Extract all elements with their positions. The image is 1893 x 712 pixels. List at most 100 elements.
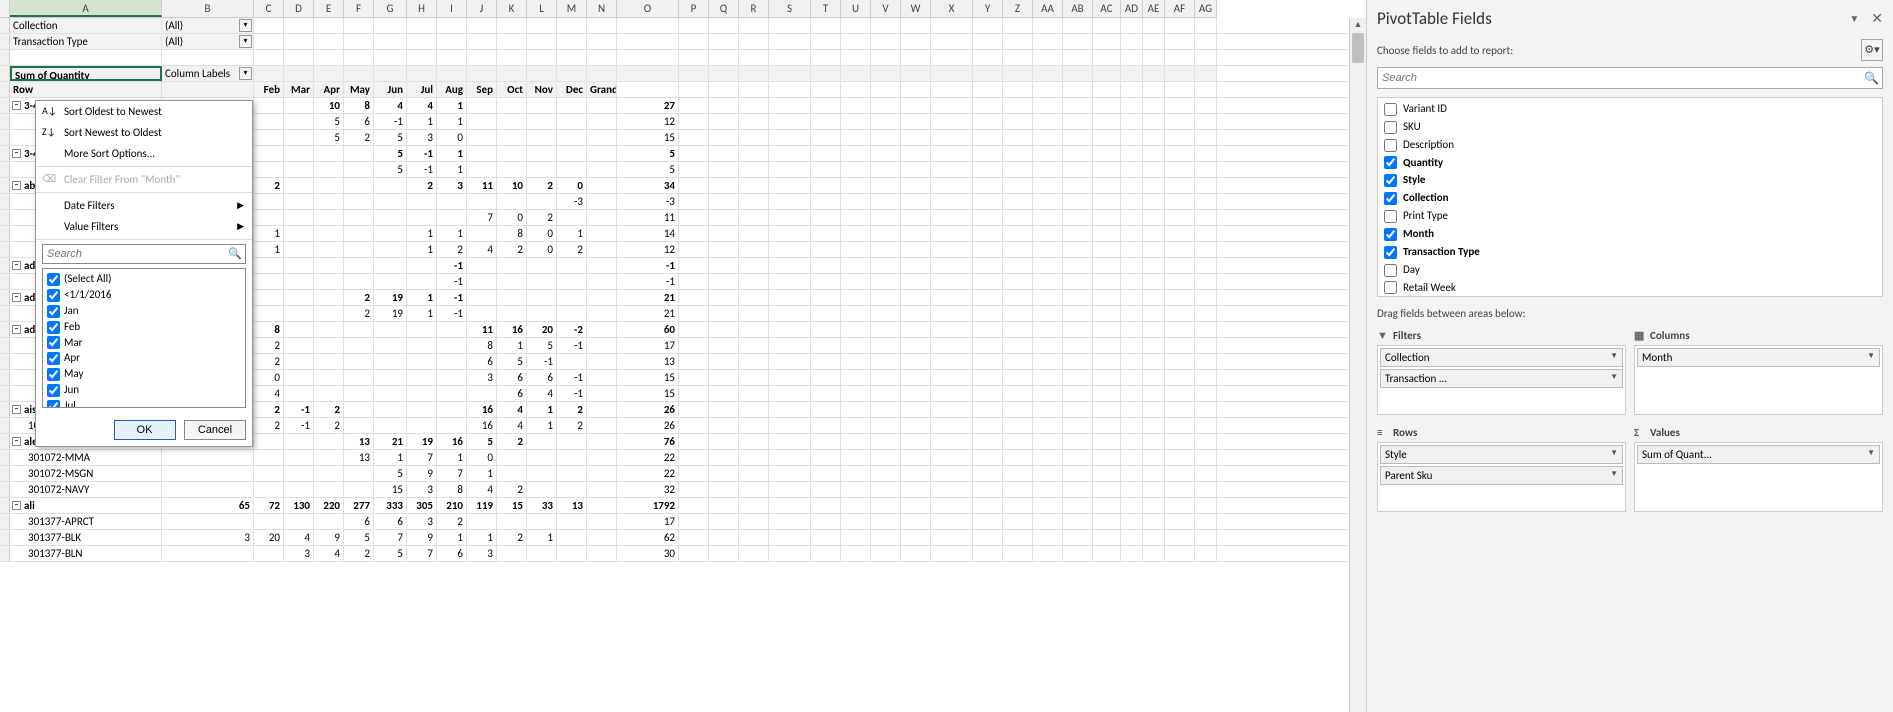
column-header-K[interactable]: K (497, 0, 527, 17)
data-cell[interactable] (587, 114, 617, 129)
filter-check-item[interactable]: Mar (45, 335, 243, 351)
data-cell[interactable]: 8 (497, 226, 527, 241)
data-cell[interactable] (374, 386, 407, 401)
data-cell[interactable] (374, 370, 407, 385)
data-cell[interactable] (557, 450, 587, 465)
data-cell[interactable] (587, 162, 617, 177)
column-header-S[interactable]: S (769, 0, 811, 17)
data-cell[interactable]: 2 (527, 210, 557, 225)
data-cell[interactable]: 2 (254, 338, 284, 353)
data-cell[interactable] (527, 194, 557, 209)
data-cell[interactable]: -1 (617, 258, 679, 273)
data-cell[interactable] (344, 162, 374, 177)
data-cell[interactable]: 2 (344, 546, 374, 561)
data-cell[interactable] (557, 258, 587, 273)
column-header-Y[interactable]: Y (973, 0, 1003, 17)
filter-check-item[interactable]: Jan (45, 303, 243, 319)
data-cell[interactable] (587, 98, 617, 113)
data-cell[interactable] (527, 98, 557, 113)
field-item[interactable]: Retail Week (1380, 279, 1880, 297)
data-cell[interactable] (467, 146, 497, 161)
data-cell[interactable]: 2 (407, 178, 437, 193)
column-header-J[interactable]: J (467, 0, 497, 17)
field-item[interactable]: Transaction Type (1380, 243, 1880, 261)
data-cell[interactable] (587, 322, 617, 337)
data-cell[interactable]: 17 (617, 338, 679, 353)
column-header-T[interactable]: T (811, 0, 841, 17)
data-cell[interactable]: 3 (407, 130, 437, 145)
data-cell[interactable]: 4 (467, 242, 497, 257)
data-cell[interactable]: 65 (162, 498, 254, 513)
data-cell[interactable]: 1 (557, 226, 587, 241)
data-cell[interactable] (254, 210, 284, 225)
data-cell[interactable]: 4 (467, 482, 497, 497)
data-cell[interactable]: 2 (497, 482, 527, 497)
data-cell[interactable]: 5 (314, 114, 344, 129)
data-cell[interactable] (284, 146, 314, 161)
column-header-AD[interactable]: AD (1121, 0, 1143, 17)
column-header-U[interactable]: U (841, 0, 871, 17)
data-cell[interactable] (437, 322, 467, 337)
data-cell[interactable]: 3 (467, 370, 497, 385)
collapse-icon[interactable]: − (12, 501, 21, 510)
month-header[interactable]: Feb (254, 82, 284, 97)
columns-drop-zone[interactable]: Month▼ (1634, 345, 1883, 415)
data-cell[interactable] (587, 402, 617, 417)
data-cell[interactable] (374, 274, 407, 289)
data-cell[interactable] (557, 162, 587, 177)
data-cell[interactable]: 6 (497, 386, 527, 401)
data-cell[interactable] (254, 274, 284, 289)
data-cell[interactable]: 8 (344, 98, 374, 113)
data-cell[interactable] (314, 194, 344, 209)
field-checkbox[interactable] (1384, 228, 1397, 241)
data-cell[interactable]: 0 (527, 242, 557, 257)
field-checkbox[interactable] (1384, 103, 1397, 116)
field-list[interactable]: Variant IDSKUDescriptionQuantityStyleCol… (1377, 97, 1883, 297)
data-cell[interactable] (374, 242, 407, 257)
data-cell[interactable] (527, 146, 557, 161)
data-cell[interactable] (314, 258, 344, 273)
data-cell[interactable]: 1 (527, 418, 557, 433)
data-cell[interactable]: 19 (407, 434, 437, 449)
data-cell[interactable] (254, 434, 284, 449)
data-cell[interactable] (344, 386, 374, 401)
data-cell[interactable]: -2 (557, 322, 587, 337)
data-cell[interactable]: 22 (617, 450, 679, 465)
data-cell[interactable] (587, 258, 617, 273)
data-cell[interactable]: 6 (437, 546, 467, 561)
data-cell[interactable] (587, 546, 617, 561)
data-cell[interactable] (557, 306, 587, 321)
data-cell[interactable]: 2 (344, 306, 374, 321)
data-cell[interactable] (344, 338, 374, 353)
data-cell[interactable] (254, 194, 284, 209)
data-cell[interactable]: 2 (497, 242, 527, 257)
data-cell[interactable]: 7 (407, 450, 437, 465)
row-label[interactable]: 301072-MMA (10, 450, 162, 465)
panel-options-dropdown-icon[interactable]: ▼ (1849, 12, 1859, 25)
data-cell[interactable] (374, 226, 407, 241)
filter-checkbox[interactable] (47, 273, 60, 286)
values-drop-zone[interactable]: Sum of Quant...▼ (1634, 442, 1883, 512)
data-cell[interactable] (557, 290, 587, 305)
data-cell[interactable]: 1 (497, 338, 527, 353)
data-cell[interactable] (314, 450, 344, 465)
data-cell[interactable] (254, 162, 284, 177)
data-cell[interactable]: 26 (617, 418, 679, 433)
data-cell[interactable]: 12 (617, 114, 679, 129)
data-cell[interactable]: 11 (617, 210, 679, 225)
data-cell[interactable]: 72 (254, 498, 284, 513)
data-cell[interactable] (254, 306, 284, 321)
column-header-E[interactable]: E (314, 0, 344, 17)
data-cell[interactable]: 1 (467, 530, 497, 545)
column-header-Q[interactable]: Q (709, 0, 739, 17)
data-cell[interactable] (374, 178, 407, 193)
data-cell[interactable] (497, 114, 527, 129)
data-cell[interactable]: 6 (374, 514, 407, 529)
data-cell[interactable]: 4 (284, 530, 314, 545)
data-cell[interactable] (557, 514, 587, 529)
data-cell[interactable]: 2 (254, 402, 284, 417)
data-cell[interactable] (587, 514, 617, 529)
data-cell[interactable] (162, 450, 254, 465)
data-cell[interactable] (284, 514, 314, 529)
data-cell[interactable] (497, 450, 527, 465)
